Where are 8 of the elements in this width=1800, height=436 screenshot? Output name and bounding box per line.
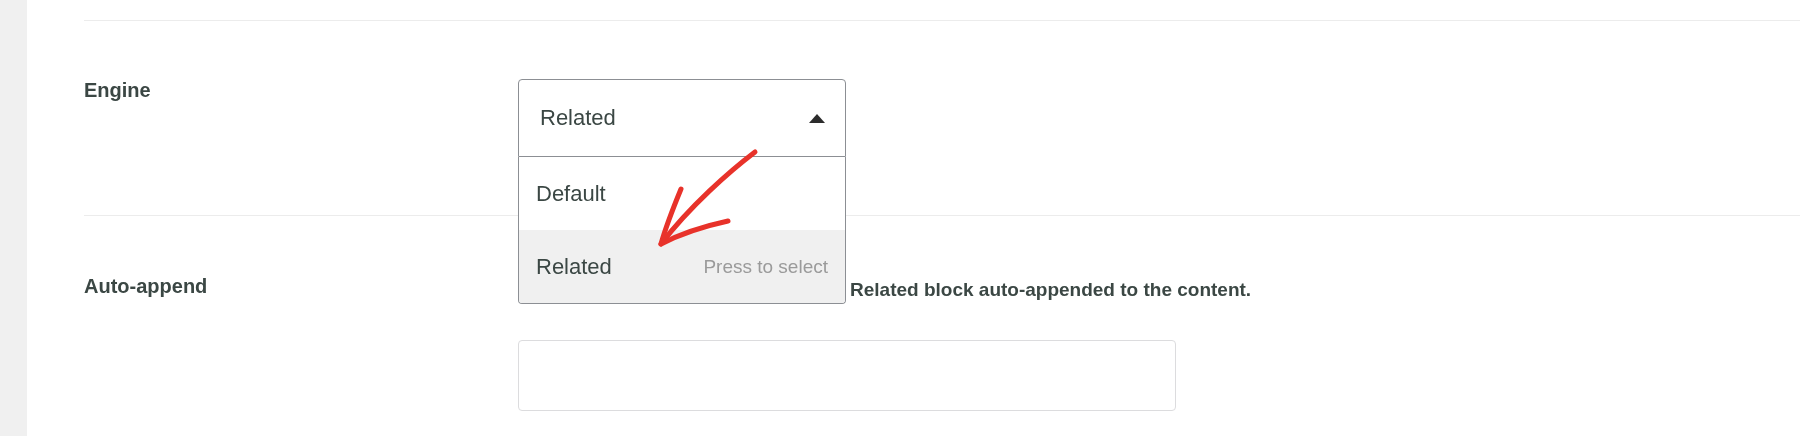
engine-select[interactable]: Related: [518, 79, 846, 157]
input-field[interactable]: [518, 340, 1176, 411]
field-label: Engine: [84, 78, 152, 102]
option-hint: Press to select: [703, 255, 828, 278]
field-description: Related block auto-appended to the content.: [849, 279, 1253, 302]
caret-icon: [809, 113, 825, 123]
dropdown-option[interactable]: Related Press to select: [519, 230, 845, 303]
field-label: Auto-append: [84, 274, 209, 298]
